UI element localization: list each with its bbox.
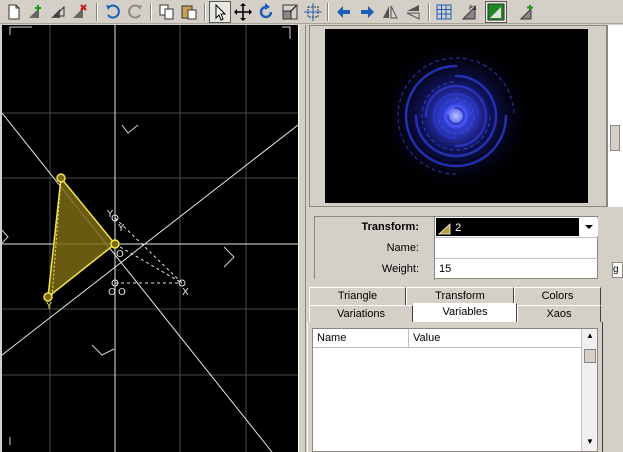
tab-triangle[interactable]: Triangle — [309, 287, 406, 305]
grid-icon[interactable] — [434, 2, 454, 22]
delete-icon[interactable] — [70, 2, 90, 22]
vertical-splitter[interactable] — [298, 25, 306, 452]
transform-select[interactable]: 2 — [436, 218, 579, 236]
triangle-editor-canvas[interactable]: Y Y O X O O Y — [2, 25, 298, 452]
flip-left-icon[interactable] — [334, 2, 354, 22]
side-panel-edge: g — [612, 262, 623, 278]
rotate-icon[interactable] — [256, 2, 276, 22]
label-o: O — [116, 249, 124, 260]
pivot-icon[interactable] — [303, 2, 323, 22]
new-icon[interactable] — [4, 2, 24, 22]
name-field[interactable] — [436, 238, 599, 259]
label-o-ref: O — [118, 287, 126, 298]
svg-text:PX: PX — [469, 5, 477, 12]
tab-colors[interactable]: Colors — [514, 287, 601, 305]
add-icon[interactable] — [26, 2, 46, 22]
variables-list[interactable]: Name Value ▲ ▼ — [312, 328, 598, 452]
label-o-left: O — [108, 287, 116, 298]
transform-value: 2 — [455, 222, 462, 235]
fractal-preview — [325, 29, 588, 203]
variables-scrollbar[interactable]: ▲ ▼ — [581, 329, 597, 451]
scroll-down-icon[interactable]: ▼ — [585, 437, 595, 447]
label-y-bottom: Y — [45, 301, 53, 312]
undo-icon[interactable] — [103, 2, 123, 22]
name-label: Name: — [315, 238, 435, 259]
duplicate-icon[interactable] — [48, 2, 68, 22]
copy-icon[interactable] — [157, 2, 177, 22]
scroll-thumb[interactable] — [610, 125, 620, 151]
label-y: Y — [117, 223, 125, 234]
move-icon[interactable] — [233, 2, 253, 22]
label-x: X — [182, 287, 189, 298]
transform-label: Transform: — [315, 217, 435, 238]
redo-icon[interactable] — [125, 2, 145, 22]
weight-field[interactable]: 15 — [436, 259, 599, 280]
tab-variables[interactable]: Variables — [413, 303, 517, 323]
weight-label: Weight: — [315, 259, 435, 280]
toolbar: PX — [0, 0, 623, 24]
tab-variations[interactable]: Variations — [309, 305, 413, 323]
scroll-thumb[interactable] — [584, 349, 596, 363]
label-y-small: Y — [106, 209, 114, 220]
reset-icon[interactable] — [518, 2, 538, 22]
transform-dropdown-button[interactable] — [580, 218, 598, 236]
flip-horizontal-icon[interactable] — [403, 2, 423, 22]
column-header-value[interactable]: Value — [409, 329, 583, 348]
flip-right-icon[interactable] — [357, 2, 377, 22]
preview-scrollbar[interactable] — [607, 25, 623, 207]
preview-frame — [309, 25, 607, 207]
scale-icon[interactable] — [280, 2, 300, 22]
variables-panel: Name Value ▲ ▼ — [307, 322, 603, 452]
column-header-name[interactable]: Name — [313, 329, 409, 348]
post-transform-icon[interactable]: PX — [460, 2, 480, 22]
final-transform-icon[interactable] — [485, 1, 507, 23]
transform-properties: Transform: 2 Name: Weight: 15 — [314, 216, 599, 280]
triangle-icon — [437, 222, 452, 235]
scroll-up-icon[interactable]: ▲ — [585, 331, 595, 341]
flip-vertical-icon[interactable] — [380, 2, 400, 22]
tab-xaos[interactable]: Xaos — [517, 305, 601, 323]
paste-icon[interactable] — [179, 2, 199, 22]
select-icon[interactable] — [209, 1, 231, 23]
